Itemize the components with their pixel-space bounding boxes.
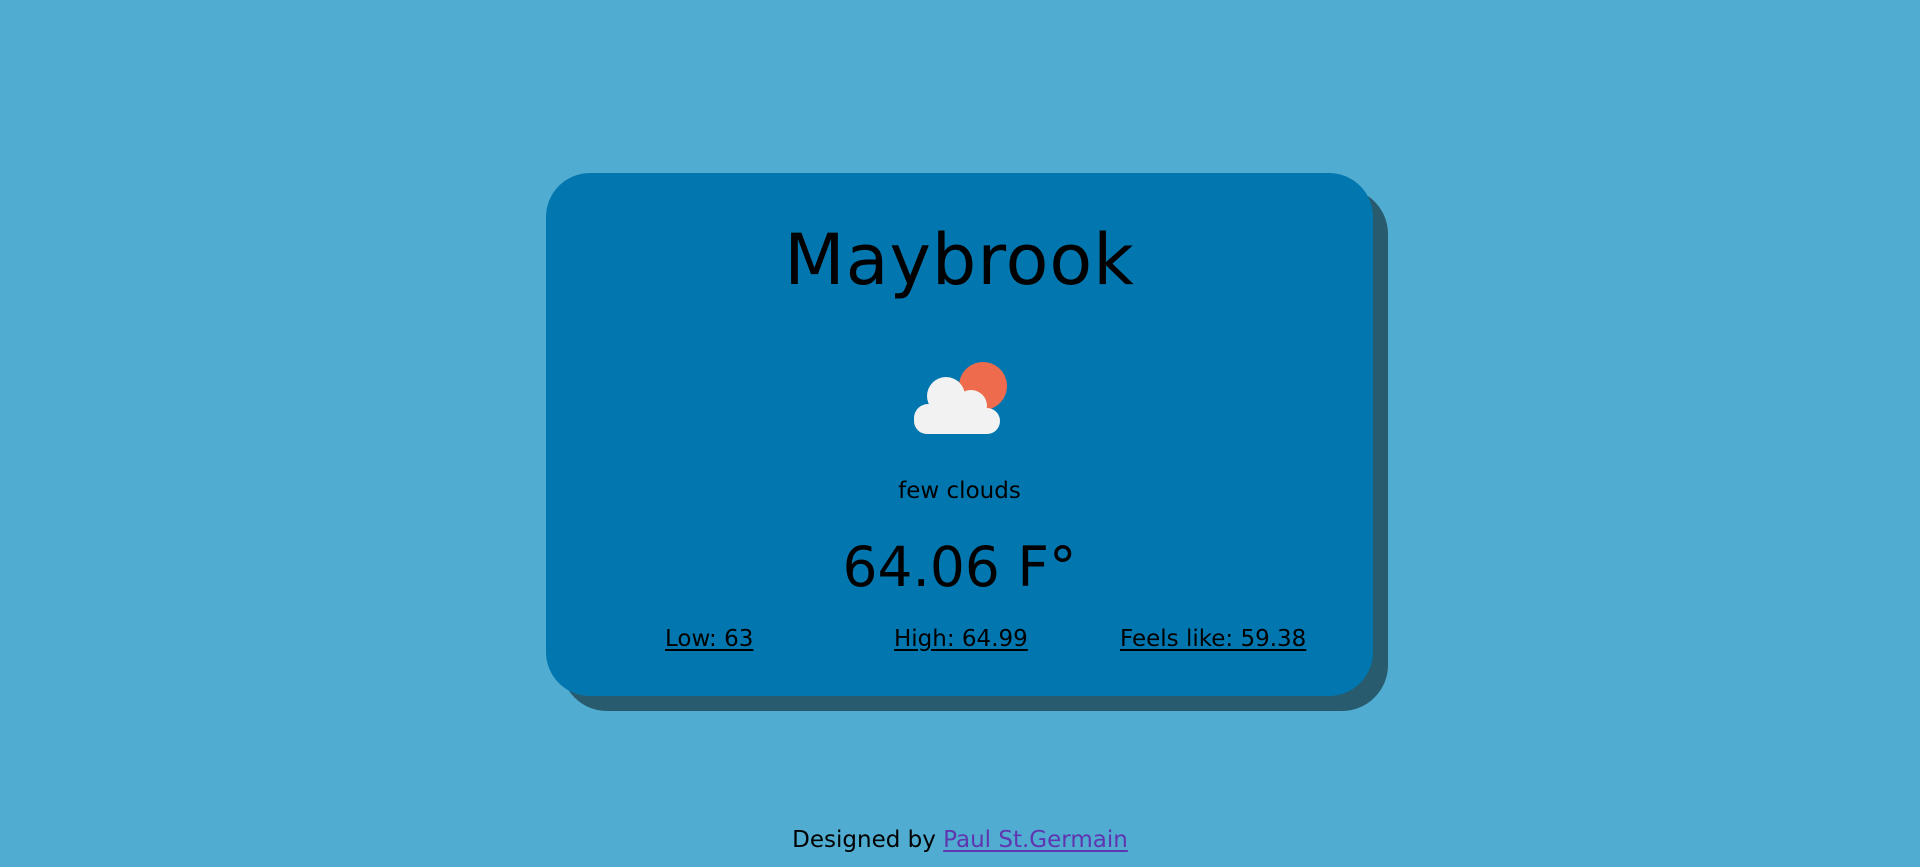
temperature-value: 64.06 F°	[842, 535, 1077, 599]
footer-prefix: Designed by	[792, 827, 944, 853]
weather-card: Maybrook few clouds 64.06 F° Low: 63 Hig…	[546, 173, 1373, 696]
high-temperature-link[interactable]: High: 64.99	[894, 628, 1028, 651]
few-clouds-icon	[914, 362, 1007, 434]
city-name: Maybrook	[784, 219, 1135, 301]
footer-credit: Designed by Paul St.Germain	[0, 829, 1920, 852]
feels-like-link[interactable]: Feels like: 59.38	[1120, 628, 1306, 651]
low-temperature-link[interactable]: Low: 63	[665, 628, 753, 651]
weather-description: few clouds	[898, 478, 1021, 504]
author-link[interactable]: Paul St.Germain	[943, 827, 1128, 853]
